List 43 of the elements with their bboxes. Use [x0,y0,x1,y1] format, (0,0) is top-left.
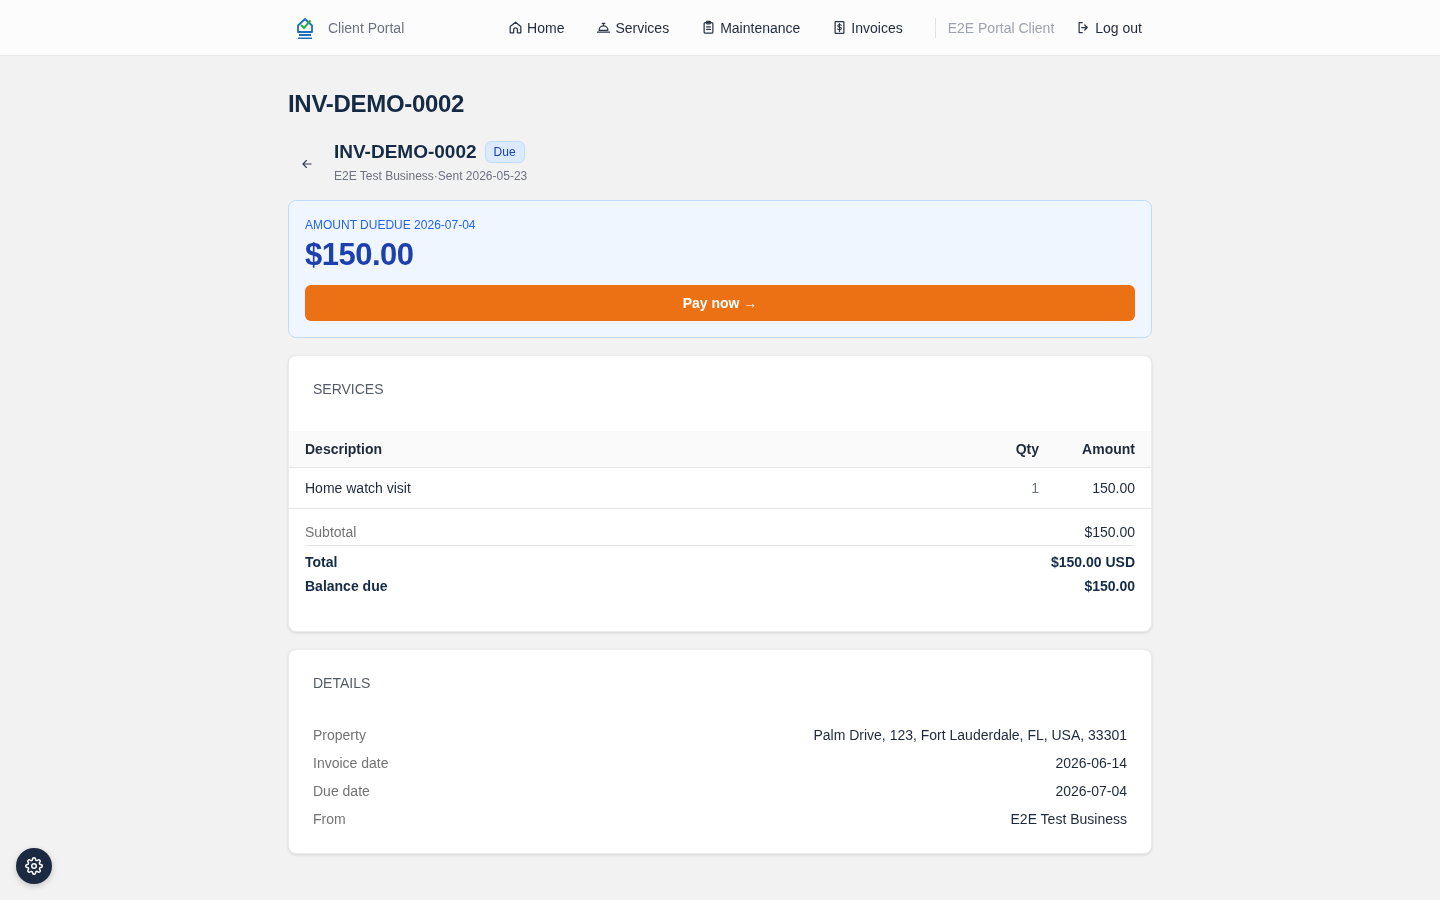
nav-link[interactable]: Maintenance [701,19,801,36]
detail-value: E2E Test Business [1010,811,1127,827]
house-check-logo-icon [296,15,314,40]
settings-icon [25,857,43,875]
table-cell-text: 1 [1030,480,1039,496]
home-icon [508,20,524,35]
amount-due-value: $150.00 [305,236,415,274]
status-badge: Due [484,141,525,163]
total-value: $150.00 USD [1050,554,1135,570]
detail-value: Palm Drive, 123, Fort Lauderdale, FL, USA, 33301 [813,727,1127,743]
settings-button[interactable] [16,848,52,884]
user-name: E2E Portal Client [947,19,1055,36]
logout-link[interactable]: Log out [1076,19,1142,36]
column-header: Qty [1014,441,1039,457]
page-title: INV-DEMO-0002 [288,89,466,119]
invoice-subtitle: E2E Test Business·Sent 2026-05-23 [334,168,528,184]
total-label: Total [305,554,338,570]
amount-due-label: AMOUNT DUEDUE 2026-07-04 [305,217,477,233]
detail-label: Property [313,727,366,743]
total-value: $150.00 [1084,524,1135,540]
detail-value: 2026-07-04 [1055,783,1127,799]
nav-link[interactable]: Services [596,19,670,36]
nav-link[interactable]: Invoices [832,19,903,36]
total-label: Subtotal [305,524,357,540]
section-heading: DETAILS [313,675,371,691]
brand-name[interactable]: Client Portal [328,19,405,36]
detail-label: Due date [313,783,370,799]
table-cell-text: Home watch visit [305,480,412,496]
service-bell-icon [596,20,612,35]
back-arrow-icon [300,157,314,171]
invoice-number: INV-DEMO-0002 [334,140,477,164]
clipboard-icon [701,20,717,35]
table-cell-text: 150.00 [1091,480,1135,496]
dollar-document-icon [832,20,848,35]
column-header: Description [305,441,383,457]
detail-label: Invoice date [313,755,389,771]
nav-link[interactable]: Home [508,19,565,36]
column-header: Amount [1081,441,1135,457]
total-value: $150.00 [1084,578,1135,594]
total-label: Balance due [305,578,388,594]
detail-value: 2026-06-14 [1055,755,1127,771]
detail-label: From [313,811,346,827]
section-heading: SERVICES [313,381,384,397]
